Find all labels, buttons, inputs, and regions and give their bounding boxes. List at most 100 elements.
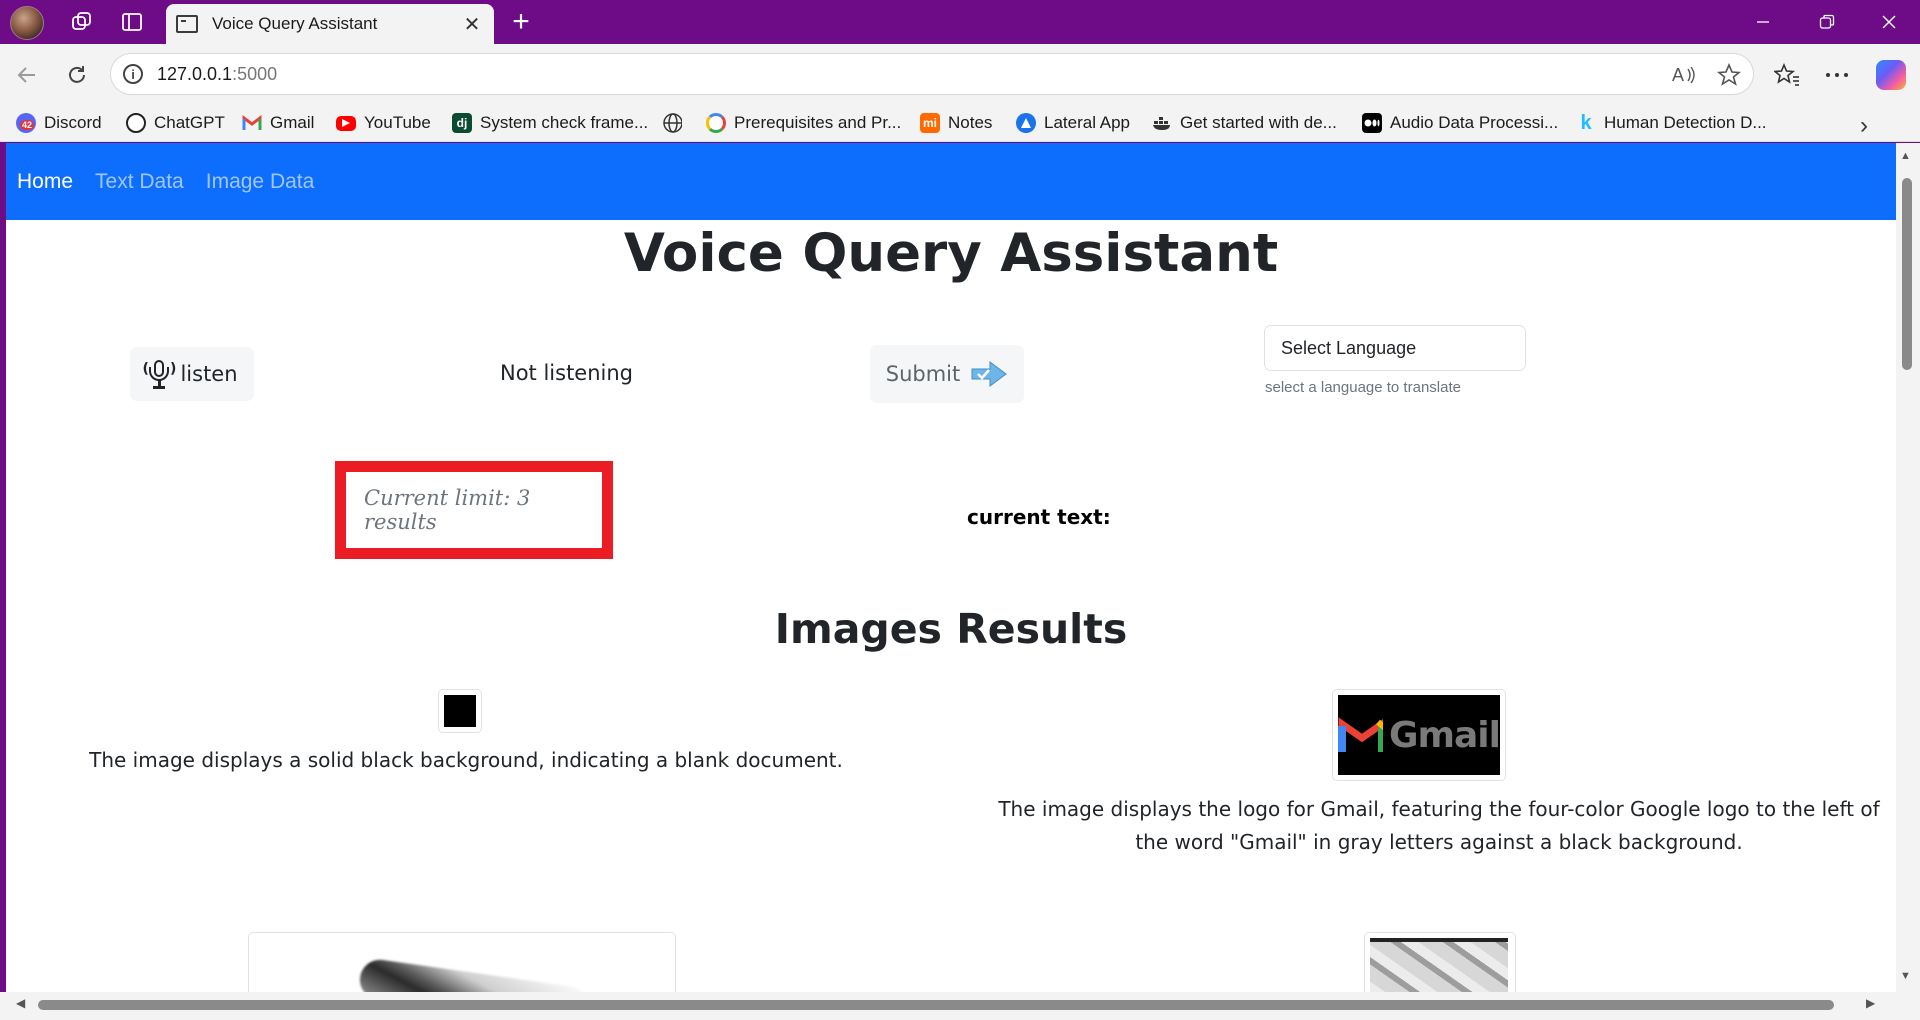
close-window-icon[interactable] <box>1858 0 1920 44</box>
new-tab-button[interactable]: + <box>504 4 538 40</box>
terminal-icon <box>176 15 198 33</box>
title-bar: Voice Query Assistant ✕ + <box>0 0 1920 44</box>
profile-avatar[interactable] <box>10 6 44 40</box>
result-image-4[interactable] <box>1364 932 1516 992</box>
scroll-left-icon[interactable]: ◀ <box>16 996 25 1010</box>
bookmark-label: Prerequisites and Pr... <box>734 113 902 132</box>
submit-label: Submit <box>885 362 961 386</box>
tab-actions-icon[interactable] <box>116 7 148 37</box>
bookmark-label: Gmail <box>270 113 315 132</box>
bookmark-label: Lateral App <box>1044 113 1131 132</box>
horizontal-scroll-thumb[interactable] <box>38 1000 1834 1010</box>
bookmark-youtube[interactable]: YouTube <box>336 110 431 136</box>
result-image-2[interactable]: Gmail <box>1332 689 1506 781</box>
listen-button[interactable]: ( ) listen <box>130 347 254 401</box>
page-viewport: Home Text Data Image Data Voice Query As… <box>6 143 1896 992</box>
bookmark-human-detection[interactable]: k Human Detection D... <box>1576 110 1767 136</box>
stylus-image <box>357 957 591 992</box>
bookmark-label: Human Detection D... <box>1604 113 1767 132</box>
read-aloud-icon[interactable]: A <box>1671 54 1697 96</box>
bookmark-lateral-app[interactable]: Lateral App <box>1016 110 1130 136</box>
restore-icon[interactable] <box>1796 0 1858 44</box>
nav-image-data[interactable]: Image Data <box>206 170 315 194</box>
url-port: :5000 <box>232 63 278 84</box>
page-title: Voice Query Assistant <box>623 223 1279 284</box>
more-options-icon[interactable] <box>1820 58 1854 92</box>
vertical-scroll-thumb[interactable] <box>1902 178 1912 370</box>
bookmark-django[interactable]: dj System check frame... <box>452 110 648 136</box>
current-text-label: current text: <box>967 505 1111 529</box>
google-icon <box>706 113 726 133</box>
favorites-icon[interactable] <box>1770 58 1804 92</box>
globe-icon <box>662 113 682 133</box>
bookmark-label: Notes <box>948 113 993 132</box>
bookmark-docker[interactable]: Get started with de... <box>1152 110 1337 136</box>
chatgpt-icon <box>126 113 146 133</box>
minimize-icon[interactable] <box>1732 0 1794 44</box>
result-caption-2: The image displays the logo for Gmail, f… <box>998 797 1880 854</box>
browser-tab[interactable]: Voice Query Assistant ✕ <box>166 4 494 44</box>
nav-text-data[interactable]: Text Data <box>95 170 184 194</box>
refresh-icon[interactable] <box>60 58 94 92</box>
tab-title: Voice Query Assistant <box>212 14 378 33</box>
bookmark-label: ChatGPT <box>154 113 225 132</box>
bookmark-label: Discord <box>44 113 102 132</box>
scroll-right-icon[interactable]: ▶ <box>1866 996 1875 1010</box>
url-host: 127.0.0.1 <box>157 63 233 84</box>
images-results-heading: Images Results <box>774 605 1128 653</box>
chevron-right-icon[interactable]: › <box>1860 112 1868 140</box>
puzzle-globe-image <box>1370 938 1508 992</box>
close-tab-icon[interactable]: ✕ <box>460 12 484 37</box>
youtube-icon <box>336 115 356 131</box>
copilot-icon[interactable] <box>1876 60 1906 90</box>
result-limit-text: Current limit: 3 results <box>364 486 531 534</box>
scroll-up-icon[interactable]: ▲ <box>1900 150 1911 162</box>
gmail-logo-word: Gmail <box>1388 714 1501 756</box>
bookmark-label: YouTube <box>364 113 431 132</box>
language-help-text: select a language to translate <box>1265 379 1461 396</box>
gmail-m-icon <box>1338 717 1383 752</box>
bookmark-prerequisites[interactable]: Prerequisites and Pr... <box>706 110 901 136</box>
bookmarks-bar: 42 Discord ChatGPT Gmail YouTube dj Syst… <box>0 104 1920 142</box>
language-select[interactable]: Select Language <box>1264 325 1526 371</box>
bookmark-label: Get started with de... <box>1180 113 1337 132</box>
gmail-logo-image: Gmail <box>1338 695 1501 775</box>
workspaces-icon[interactable] <box>66 7 98 37</box>
arrow-right-icon <box>971 361 1008 387</box>
submit-button[interactable]: Submit <box>870 345 1024 403</box>
browser-toolbar: i 127.0.0.1 :5000 A <box>0 44 1920 104</box>
listening-status: Not listening <box>500 361 634 385</box>
discord-icon: 42 <box>16 113 36 133</box>
bookmark-globe[interactable] <box>662 110 690 136</box>
back-icon[interactable] <box>10 58 44 92</box>
address-bar[interactable]: i 127.0.0.1 :5000 A <box>110 53 1754 95</box>
nav-home[interactable]: Home <box>17 170 73 194</box>
result-image-1[interactable] <box>438 689 482 733</box>
bookmark-gmail[interactable]: Gmail <box>242 110 314 136</box>
notes-icon: mi <box>920 113 940 133</box>
scroll-down-icon[interactable]: ▼ <box>1900 970 1911 982</box>
svg-text:A: A <box>1672 65 1684 85</box>
listen-label: listen <box>180 362 238 386</box>
bookmark-label: System check frame... <box>480 113 649 132</box>
microphone-icon: ( ) <box>142 359 176 389</box>
limit-highlight-box: Current limit: 3 results <box>335 461 613 559</box>
django-icon: dj <box>452 113 472 133</box>
docker-icon <box>1152 113 1172 133</box>
bookmark-discord[interactable]: 42 Discord <box>16 110 102 136</box>
lateral-app-icon <box>1016 113 1036 133</box>
result-image-3[interactable] <box>248 932 676 992</box>
bookmark-audio-data[interactable]: Audio Data Processi... <box>1362 110 1558 136</box>
favorite-star-icon[interactable] <box>1717 54 1741 96</box>
site-info-icon[interactable]: i <box>123 64 143 84</box>
kaggle-icon: k <box>1580 111 1592 134</box>
result-caption-1: The image displays a solid black backgro… <box>89 748 843 772</box>
language-select-value: Select Language <box>1281 337 1417 358</box>
medium-icon <box>1362 113 1382 133</box>
black-image <box>444 695 476 727</box>
bookmark-chatgpt[interactable]: ChatGPT <box>126 110 225 136</box>
bookmark-label: Audio Data Processi... <box>1390 113 1559 132</box>
bookmark-notes[interactable]: mi Notes <box>920 110 992 136</box>
gmail-icon <box>242 113 262 133</box>
site-navbar: Home Text Data Image Data <box>6 143 1896 220</box>
